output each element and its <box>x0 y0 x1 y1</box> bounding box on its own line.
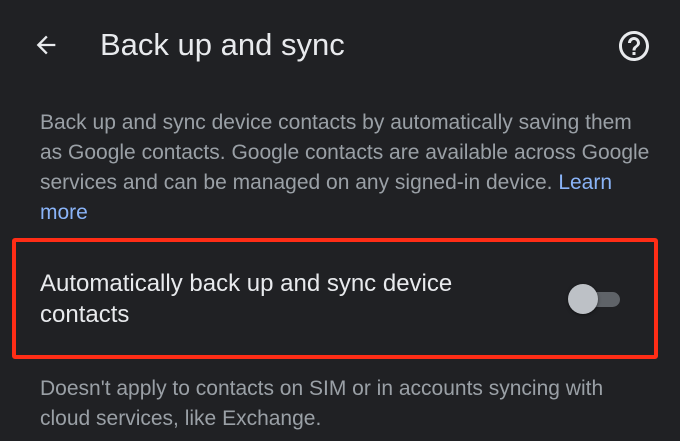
help-circle-icon <box>619 31 649 61</box>
help-button[interactable] <box>612 24 656 68</box>
auto-sync-setting-row[interactable]: Automatically back up and sync device co… <box>16 242 654 355</box>
footnote-text: Doesn't apply to contacts on SIM or in a… <box>40 377 604 430</box>
toggle-thumb <box>568 284 598 314</box>
description-text: Back up and sync device contacts by auto… <box>40 108 650 228</box>
back-button[interactable] <box>22 25 70 65</box>
auto-sync-toggle[interactable] <box>566 284 624 314</box>
app-bar: Back up and sync <box>0 0 680 92</box>
page-title: Back up and sync <box>100 27 345 62</box>
setting-label: Automatically back up and sync device co… <box>40 270 453 328</box>
arrow-back-icon <box>36 35 56 55</box>
